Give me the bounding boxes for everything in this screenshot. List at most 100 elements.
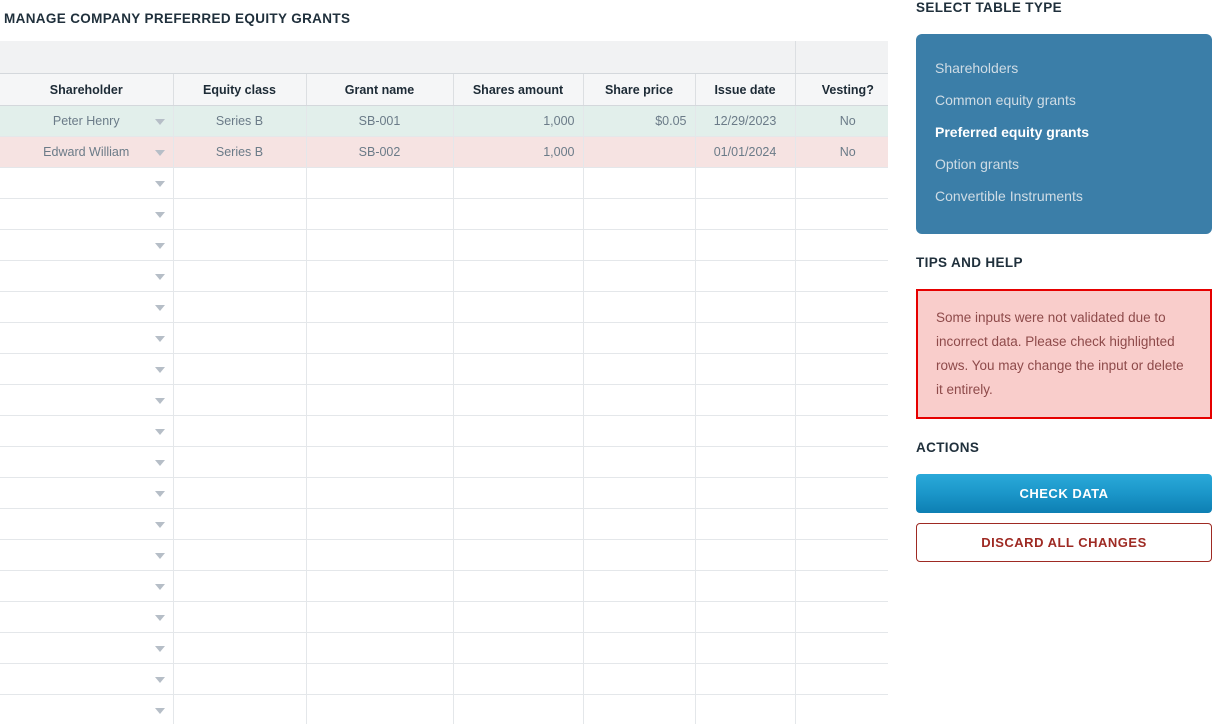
cell-shareholder[interactable] xyxy=(0,353,174,385)
cell-vesting[interactable] xyxy=(795,663,888,695)
cell-equity_class[interactable] xyxy=(173,694,307,724)
cell-share_price[interactable] xyxy=(583,539,696,571)
cell-issue_date[interactable] xyxy=(695,291,796,323)
cell-share_price[interactable] xyxy=(583,601,696,633)
cell-shares_amount[interactable] xyxy=(453,291,584,323)
chevron-down-icon[interactable] xyxy=(154,367,165,373)
cell-vesting[interactable] xyxy=(795,415,888,447)
cell-share_price[interactable]: $0.05 xyxy=(583,105,696,137)
cell-share_price[interactable] xyxy=(583,384,696,416)
cell-shareholder[interactable] xyxy=(0,446,174,478)
chevron-down-icon[interactable] xyxy=(154,708,165,714)
cell-equity_class[interactable] xyxy=(173,601,307,633)
cell-shares_amount[interactable] xyxy=(453,539,584,571)
cell-grant_name[interactable] xyxy=(306,322,454,354)
chevron-down-icon[interactable] xyxy=(154,181,165,187)
chevron-down-icon[interactable] xyxy=(154,212,165,218)
cell-vesting[interactable] xyxy=(795,446,888,478)
cell-shares_amount[interactable] xyxy=(453,632,584,664)
table-row-empty[interactable] xyxy=(0,446,888,478)
cell-shares_amount[interactable] xyxy=(453,508,584,540)
cell-issue_date[interactable] xyxy=(695,446,796,478)
cell-shares_amount[interactable]: 1,000 xyxy=(453,105,584,137)
cell-grant_name[interactable] xyxy=(306,477,454,509)
cell-vesting[interactable] xyxy=(795,229,888,261)
column-header-share_price[interactable]: Share price xyxy=(583,73,696,106)
cell-share_price[interactable] xyxy=(583,260,696,292)
chevron-down-icon[interactable] xyxy=(154,677,165,683)
cell-shares_amount[interactable] xyxy=(453,415,584,447)
chevron-down-icon[interactable] xyxy=(154,429,165,435)
cell-vesting[interactable] xyxy=(795,167,888,199)
column-header-shareholder[interactable]: Shareholder xyxy=(0,73,174,106)
cell-shareholder[interactable] xyxy=(0,384,174,416)
cell-shareholder[interactable] xyxy=(0,291,174,323)
cell-grant_name[interactable] xyxy=(306,663,454,695)
table-row-empty[interactable] xyxy=(0,229,888,261)
chevron-down-icon[interactable] xyxy=(154,336,165,342)
column-header-shares_amount[interactable]: Shares amount xyxy=(453,73,584,106)
cell-grant_name[interactable] xyxy=(306,508,454,540)
cell-issue_date[interactable] xyxy=(695,632,796,664)
cell-equity_class[interactable] xyxy=(173,167,307,199)
cell-equity_class[interactable]: Series B xyxy=(173,105,307,137)
cell-vesting[interactable] xyxy=(795,632,888,664)
cell-share_price[interactable] xyxy=(583,322,696,354)
cell-equity_class[interactable] xyxy=(173,198,307,230)
table-row-empty[interactable] xyxy=(0,291,888,323)
cell-shares_amount[interactable]: 1,000 xyxy=(453,136,584,168)
table-row-empty[interactable] xyxy=(0,601,888,633)
cell-shares_amount[interactable] xyxy=(453,663,584,695)
table-row-empty[interactable] xyxy=(0,632,888,664)
cell-vesting[interactable] xyxy=(795,291,888,323)
cell-vesting[interactable] xyxy=(795,198,888,230)
cell-issue_date[interactable] xyxy=(695,663,796,695)
cell-vesting[interactable] xyxy=(795,260,888,292)
cell-grant_name[interactable] xyxy=(306,353,454,385)
table-row-empty[interactable] xyxy=(0,384,888,416)
column-header-issue_date[interactable]: Issue date xyxy=(695,73,796,106)
cell-shareholder[interactable] xyxy=(0,229,174,261)
cell-equity_class[interactable] xyxy=(173,446,307,478)
table-row-empty[interactable] xyxy=(0,198,888,230)
chevron-down-icon[interactable] xyxy=(154,646,165,652)
cell-share_price[interactable] xyxy=(583,167,696,199)
chevron-down-icon[interactable] xyxy=(154,305,165,311)
cell-vesting[interactable] xyxy=(795,477,888,509)
cell-shareholder[interactable] xyxy=(0,260,174,292)
cell-issue_date[interactable] xyxy=(695,198,796,230)
cell-issue_date[interactable] xyxy=(695,570,796,602)
cell-share_price[interactable] xyxy=(583,353,696,385)
cell-equity_class[interactable] xyxy=(173,353,307,385)
cell-share_price[interactable] xyxy=(583,291,696,323)
cell-shareholder[interactable]: Edward William xyxy=(0,136,174,168)
cell-shares_amount[interactable] xyxy=(453,601,584,633)
cell-share_price[interactable] xyxy=(583,198,696,230)
cell-grant_name[interactable] xyxy=(306,229,454,261)
table-type-item-preferred-equity-grants[interactable]: Preferred equity grants xyxy=(916,116,1212,148)
cell-issue_date[interactable] xyxy=(695,353,796,385)
column-header-grant_name[interactable]: Grant name xyxy=(306,73,454,106)
cell-grant_name[interactable] xyxy=(306,570,454,602)
cell-shares_amount[interactable] xyxy=(453,229,584,261)
cell-shares_amount[interactable] xyxy=(453,570,584,602)
cell-vesting[interactable]: No xyxy=(795,105,888,137)
chevron-down-icon[interactable] xyxy=(154,274,165,280)
cell-equity_class[interactable] xyxy=(173,322,307,354)
cell-shareholder[interactable] xyxy=(0,694,174,724)
chevron-down-icon[interactable] xyxy=(154,398,165,404)
cell-shareholder[interactable] xyxy=(0,663,174,695)
table-row-empty[interactable] xyxy=(0,539,888,571)
chevron-down-icon[interactable] xyxy=(154,553,165,559)
cell-issue_date[interactable] xyxy=(695,384,796,416)
discard-all-changes-button[interactable]: DISCARD ALL CHANGES xyxy=(916,523,1212,562)
cell-equity_class[interactable] xyxy=(173,663,307,695)
cell-issue_date[interactable] xyxy=(695,508,796,540)
cell-shares_amount[interactable] xyxy=(453,198,584,230)
chevron-down-icon[interactable] xyxy=(154,522,165,528)
cell-equity_class[interactable]: Series B xyxy=(173,136,307,168)
cell-equity_class[interactable] xyxy=(173,632,307,664)
cell-vesting[interactable]: No xyxy=(795,136,888,168)
cell-grant_name[interactable] xyxy=(306,260,454,292)
cell-issue_date[interactable] xyxy=(695,229,796,261)
